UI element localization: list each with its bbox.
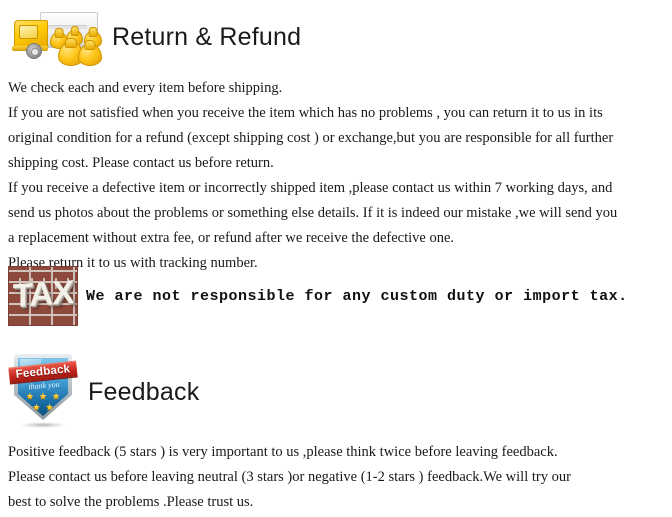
feedback-p1-line-3: best to solve the problems .Please trust… — [8, 494, 254, 510]
tax-section: TAX We are not responsible for any custo… — [0, 266, 628, 326]
feedback-body: Positive feedback (5 stars ) is very imp… — [0, 440, 664, 515]
feedback-p1-line-2: Please contact us before leaving neutral… — [8, 469, 571, 485]
return-paragraph-1: We check each and every item before ship… — [0, 76, 664, 176]
shield-drop-shadow — [20, 422, 66, 428]
return-p2-line-3: a replacement without extra fee, or refu… — [8, 230, 455, 246]
return-p1-line-3: original condition for a refund (except … — [8, 130, 614, 146]
return-p1-line-2: If you are not satisfied when you receiv… — [8, 105, 603, 121]
shield-star-rating: ★ ★ ★ ★ ★ — [18, 390, 68, 412]
money-bag-large-2 — [78, 44, 102, 66]
feedback-title: Feedback — [88, 377, 200, 406]
return-p1-line-4: shipping cost. Please contact us before … — [8, 155, 274, 171]
shield-star-row-bottom: ★ ★ — [18, 401, 68, 412]
return-p2-line-1: If you receive a defective item or incor… — [8, 180, 613, 196]
feedback-shield-badge-icon: thank you ★ ★ ★ ★ ★ Feedback — [8, 352, 80, 432]
tax-letters-text: TAX — [12, 272, 74, 315]
star-icon: ★ — [45, 402, 54, 412]
return-paragraph-2: If you receive a defective item or incor… — [0, 176, 664, 276]
tax-statement: We are not responsible for any custom du… — [86, 287, 628, 305]
feedback-paragraph-1: Positive feedback (5 stars ) is very imp… — [0, 440, 664, 515]
feedback-p1-line-1: Positive feedback (5 stars ) is very imp… — [8, 444, 558, 460]
policy-page: Return & Refund We check each and every … — [0, 0, 672, 517]
star-icon: ★ — [32, 402, 41, 412]
tax-brick-wall-icon: TAX — [8, 266, 78, 326]
truck-wheel-front — [26, 43, 42, 59]
return-p1-line-1: We check each and every item before ship… — [8, 80, 283, 96]
star-icon: ★ — [52, 391, 61, 401]
star-icon: ★ — [25, 391, 34, 401]
return-refund-title: Return & Refund — [112, 22, 302, 51]
truck-window — [19, 25, 38, 39]
return-refund-body: We check each and every item before ship… — [0, 76, 664, 276]
delivery-truck-money-bags-icon — [0, 6, 104, 68]
feedback-header: thank you ★ ★ ★ ★ ★ Feedback Feedback — [0, 352, 199, 432]
return-p2-line-2: send us photos about the problems or som… — [8, 205, 618, 221]
return-refund-header: Return & Refund — [0, 6, 301, 68]
